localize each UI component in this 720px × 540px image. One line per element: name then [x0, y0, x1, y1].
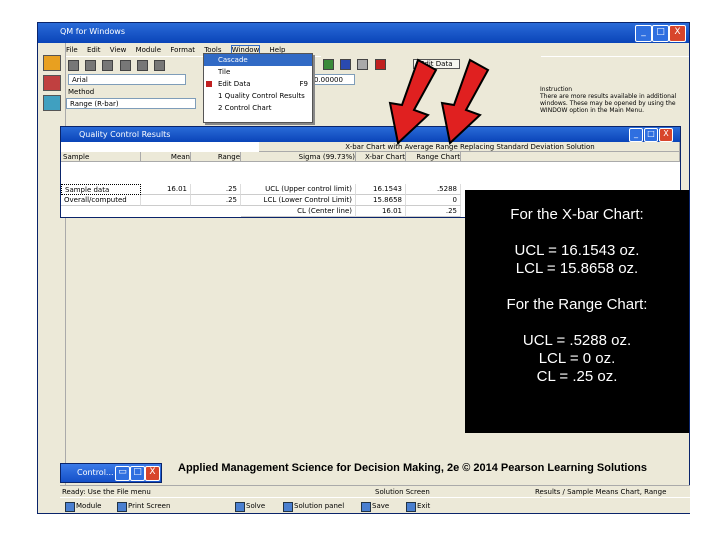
col-header-range-chart: Range Chart — [406, 152, 461, 162]
menu-view[interactable]: View — [110, 46, 127, 54]
menu-format[interactable]: Format — [170, 46, 195, 54]
control-window-title: Control... — [77, 468, 114, 477]
open-icon[interactable] — [85, 60, 97, 71]
table-cell[interactable]: .25 — [406, 206, 461, 217]
table-cell[interactable]: .25 — [191, 195, 241, 206]
menu-edit[interactable]: Edit — [87, 46, 101, 54]
task-save[interactable]: Save — [360, 500, 389, 512]
instruction-label: Instruction — [540, 86, 573, 93]
col-header-xbar: X-bar Chart — [356, 152, 406, 162]
range-cl: CL = .25 oz. — [536, 368, 618, 385]
font-select[interactable]: Arial — [68, 74, 186, 85]
copyright-footer: Applied Management Science for Decision … — [178, 462, 648, 474]
red-arrow-left — [388, 58, 438, 145]
menu-item-edit-data[interactable]: Edit Data F9 — [204, 78, 312, 90]
menu-item-tile[interactable]: Tile — [204, 66, 312, 78]
menu-item-edit-data-label: Edit Data — [218, 80, 251, 88]
task-solve[interactable]: Solve — [234, 500, 265, 512]
print-icon[interactable] — [119, 60, 131, 71]
control-maximize-button[interactable]: □ — [130, 466, 145, 481]
window-title: QM for Windows — [60, 27, 125, 36]
method-label: Method — [68, 88, 95, 96]
qc-close-button[interactable]: X — [659, 128, 673, 142]
maximize-button[interactable]: □ — [652, 25, 669, 42]
table-cell[interactable]: Overall/computed — [61, 195, 141, 206]
table-cell[interactable]: 16.1543 — [356, 184, 406, 195]
table-cell[interactable]: 15.8658 — [356, 195, 406, 206]
up-icon[interactable] — [340, 59, 352, 70]
red-arrow-right — [440, 58, 490, 145]
table-cell[interactable]: .25 — [191, 184, 241, 195]
table-cell[interactable]: 16.01 — [356, 206, 406, 217]
table-cell[interactable]: CL (Center line) — [241, 206, 356, 217]
menu-item-control-chart[interactable]: 2 Control Chart — [204, 102, 312, 114]
close-button[interactable]: X — [669, 25, 686, 42]
range-ucl: UCL = .5288 oz. — [522, 332, 632, 349]
table-cell[interactable]: .5288 — [406, 184, 461, 195]
control-restore-button[interactable]: ▭ — [115, 466, 130, 481]
menu-item-qc-results[interactable]: 1 Quality Control Results — [204, 90, 312, 102]
status-bar: Ready: Use the File menu Solution Screen… — [60, 485, 690, 504]
app-icon[interactable] — [43, 75, 61, 91]
menu-item-shortcut: F9 — [299, 80, 308, 88]
task-solution-panel[interactable]: Solution panel — [282, 500, 344, 512]
title-bar: QM for Windows _ □ X — [38, 23, 689, 43]
table-cell[interactable]: UCL (Upper control limit) — [241, 184, 356, 195]
table-cell[interactable]: 0 — [406, 195, 461, 206]
xbar-heading: For the X-bar Chart: — [510, 206, 644, 223]
windows-icon[interactable] — [43, 95, 61, 111]
qc-minimize-button[interactable]: _ — [629, 128, 643, 142]
xbar-ucl: UCL = 16.1543 oz. — [514, 242, 640, 259]
save-icon[interactable] — [102, 60, 114, 71]
status-left: Ready: Use the File menu — [62, 488, 151, 496]
table-cell[interactable]: Sample data — [61, 184, 141, 195]
xbar-lcl: LCL = 15.8658 oz. — [515, 260, 639, 277]
module-icon[interactable] — [43, 55, 61, 71]
instruction-panel: Instruction There are more results avail… — [540, 86, 688, 114]
window-menu-dropdown: Cascade Tile Edit Data F9 1 Quality Cont… — [203, 53, 313, 123]
status-middle: Solution Screen — [375, 488, 430, 496]
cut-icon[interactable] — [136, 60, 148, 71]
copy-icon[interactable] — [154, 60, 166, 71]
menu-module[interactable]: Module — [136, 46, 161, 54]
col-header-sigma: Sigma (99.73%) — [241, 152, 356, 162]
col-header-sample: Sample — [61, 152, 141, 162]
col-header-range: Range — [191, 152, 241, 162]
task-print-screen[interactable]: Print Screen — [116, 500, 170, 512]
task-exit[interactable]: Exit — [405, 500, 430, 512]
table-cell[interactable]: 16.01 — [141, 184, 191, 195]
left-panel — [38, 43, 66, 513]
range-lcl: LCL = 0 oz. — [538, 350, 616, 367]
control-chart-minimized-window[interactable]: Control... ▭ □ X — [60, 463, 162, 483]
control-close-button[interactable]: X — [145, 466, 160, 481]
new-icon[interactable] — [68, 60, 79, 71]
instruction-text: There are more results available in addi… — [540, 93, 677, 114]
col-header-mean: Mean — [141, 152, 191, 162]
qc-maximize-button[interactable]: □ — [644, 128, 658, 142]
range-heading: For the Range Chart: — [506, 296, 648, 313]
chart-icon[interactable] — [323, 59, 334, 70]
menu-file[interactable]: File — [66, 46, 78, 54]
bottom-toolbar: Module Print Screen Solve Solution panel… — [60, 497, 690, 513]
zoom-field[interactable]: 0.00000 — [310, 74, 355, 85]
minimize-button[interactable]: _ — [635, 25, 652, 42]
edit-data-icon — [206, 81, 212, 87]
table-cell[interactable] — [141, 195, 191, 206]
task-module[interactable]: Module — [64, 500, 101, 512]
method-select[interactable]: Range (R-bar) — [66, 98, 196, 109]
qc-results-title: Quality Control Results — [79, 130, 171, 139]
help-icon[interactable] — [357, 59, 369, 70]
results-overlay: For the X-bar Chart: UCL = 16.1543 oz. L… — [465, 190, 689, 433]
table-cell[interactable]: LCL (Lower Control Limit) — [241, 195, 356, 206]
menu-item-cascade[interactable]: Cascade — [204, 54, 312, 66]
red-arrows — [388, 58, 490, 145]
col-header-filler — [461, 152, 680, 162]
